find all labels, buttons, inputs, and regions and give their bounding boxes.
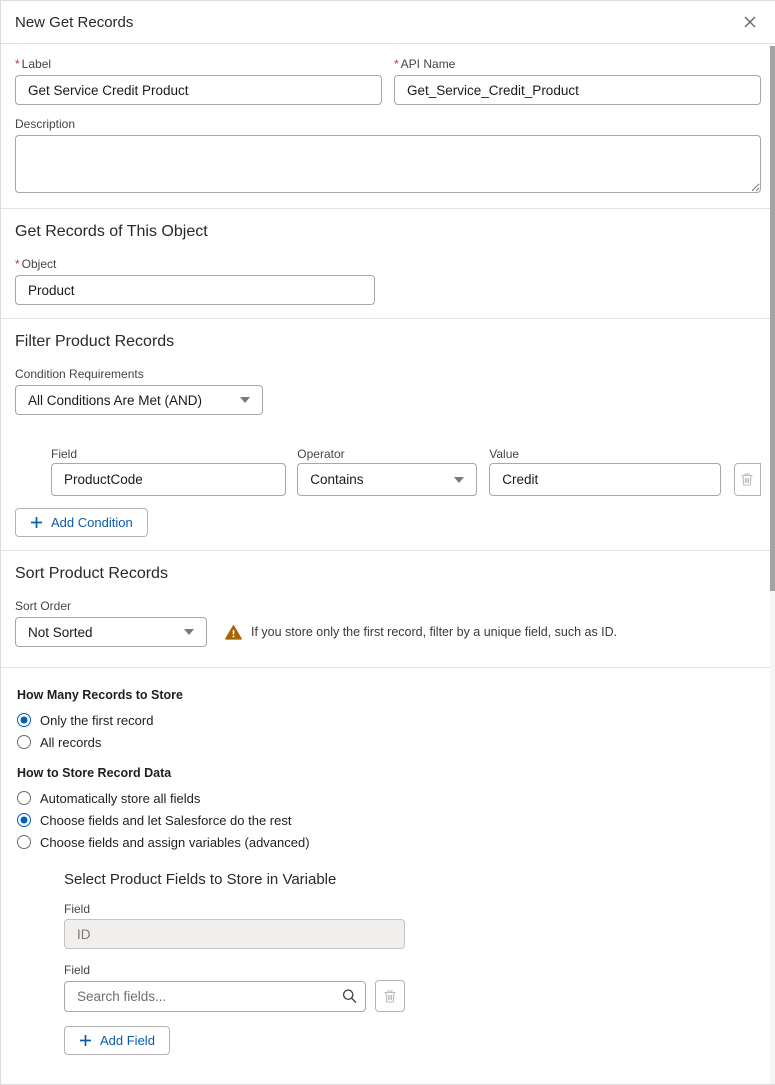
add-field-label: Add Field <box>100 1033 155 1048</box>
label-input[interactable] <box>15 75 382 105</box>
condition-field-input[interactable] <box>51 463 286 496</box>
sort-section: Sort Product Records Sort Order Not Sort… <box>1 551 775 667</box>
dialog-header: New Get Records <box>1 1 775 44</box>
search-icon <box>342 989 357 1004</box>
condition-field-label: Field <box>51 447 286 461</box>
chevron-down-icon <box>240 397 250 403</box>
close-button[interactable] <box>741 13 759 31</box>
object-input[interactable] <box>15 275 375 305</box>
condition-requirements-select[interactable]: All Conditions Are Met (AND) <box>15 385 263 415</box>
condition-requirements-label: Condition Requirements <box>15 367 761 381</box>
field-search-input[interactable] <box>64 981 366 1012</box>
object-field-label: *Object <box>15 257 761 271</box>
radio-icon <box>17 791 31 805</box>
condition-row: Field Operator Contains Value <box>51 447 761 496</box>
new-get-records-dialog: New Get Records *Label *API Name Descrip… <box>0 0 775 1085</box>
search-field-label: Field <box>64 963 775 977</box>
condition-operator-label: Operator <box>297 447 489 461</box>
sort-warning: If you store only the first record, filt… <box>225 625 617 640</box>
radio-only-first-record[interactable]: Only the first record <box>17 709 775 731</box>
radio-icon <box>17 735 31 749</box>
store-section: How Many Records to Store Only the first… <box>1 668 775 1055</box>
condition-operator-value: Contains <box>310 472 363 487</box>
condition-value-label: Value <box>489 447 720 461</box>
api-name-input[interactable] <box>394 75 761 105</box>
select-fields-heading: Select Product Fields to Store in Variab… <box>64 871 775 888</box>
description-textarea[interactable] <box>15 135 761 193</box>
label-field-label: *Label <box>15 57 382 71</box>
description-field-label: Description <box>15 117 761 131</box>
plus-icon <box>30 516 43 529</box>
object-section: Get Records of This Object *Object <box>1 209 775 318</box>
id-field-input <box>64 919 405 949</box>
id-field-label: Field <box>64 902 775 916</box>
delete-condition-button[interactable] <box>734 463 761 496</box>
condition-value-input[interactable] <box>489 463 720 496</box>
radio-icon <box>17 813 31 827</box>
sort-section-heading: Sort Product Records <box>15 565 761 583</box>
sort-order-value: Not Sorted <box>28 625 93 640</box>
warning-icon <box>225 625 242 640</box>
sort-order-select[interactable]: Not Sorted <box>15 617 207 647</box>
radio-all-records[interactable]: All records <box>17 731 775 753</box>
dialog-title: New Get Records <box>15 14 133 31</box>
close-icon <box>743 15 757 29</box>
name-section: *Label *API Name Description <box>1 44 775 208</box>
required-mark: * <box>394 57 399 71</box>
add-condition-label: Add Condition <box>51 515 133 530</box>
delete-field-button[interactable] <box>375 980 405 1012</box>
select-fields-block: Select Product Fields to Store in Variab… <box>64 871 775 1055</box>
scrollbar-thumb[interactable] <box>770 46 775 591</box>
filter-section: Filter Product Records Condition Require… <box>1 319 775 550</box>
chevron-down-icon <box>454 477 464 483</box>
radio-icon <box>17 835 31 849</box>
filter-section-heading: Filter Product Records <box>15 333 761 351</box>
required-mark: * <box>15 57 20 71</box>
vertical-scrollbar[interactable] <box>770 45 775 1084</box>
chevron-down-icon <box>184 629 194 635</box>
radio-icon <box>17 713 31 727</box>
how-to-store-label: How to Store Record Data <box>17 766 775 780</box>
how-many-records-label: How Many Records to Store <box>17 688 775 702</box>
required-mark: * <box>15 257 20 271</box>
warning-text: If you store only the first record, filt… <box>251 625 617 639</box>
trash-icon <box>740 472 754 487</box>
add-condition-button[interactable]: Add Condition <box>15 508 148 537</box>
trash-icon <box>383 989 397 1004</box>
object-section-heading: Get Records of This Object <box>15 223 761 241</box>
add-field-button[interactable]: Add Field <box>64 1026 170 1055</box>
radio-choose-fields-salesforce[interactable]: Choose fields and let Salesforce do the … <box>17 809 775 831</box>
plus-icon <box>79 1034 92 1047</box>
condition-operator-select[interactable]: Contains <box>297 463 477 496</box>
radio-automatically-store-all-fields[interactable]: Automatically store all fields <box>17 787 775 809</box>
radio-choose-fields-advanced[interactable]: Choose fields and assign variables (adva… <box>17 831 775 853</box>
sort-order-label: Sort Order <box>15 599 761 613</box>
api-name-field-label: *API Name <box>394 57 761 71</box>
condition-requirements-value: All Conditions Are Met (AND) <box>28 393 202 408</box>
